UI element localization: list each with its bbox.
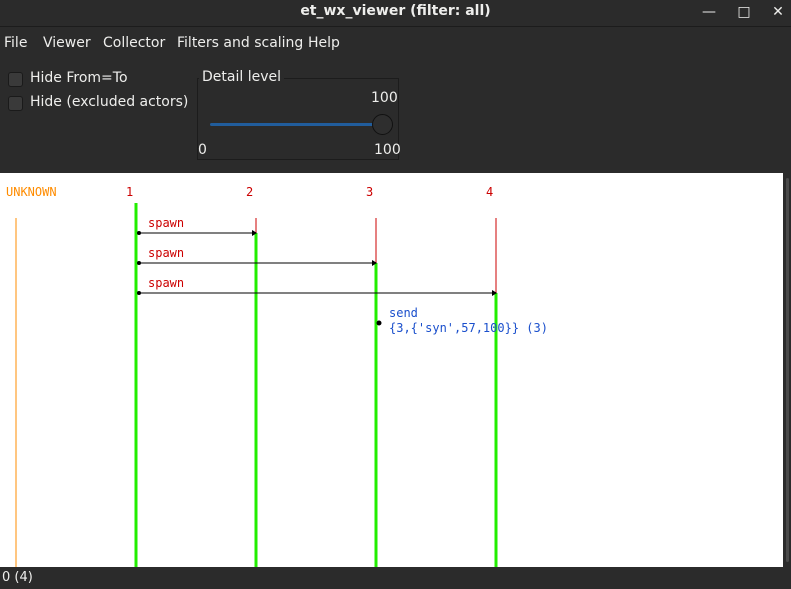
title-bar: et_wx_viewer (filter: all) — □ ✕	[0, 0, 791, 27]
event-label-spawn-1-2: spawn	[148, 216, 184, 230]
detail-level-track[interactable]	[210, 123, 382, 126]
hide-excluded-checkbox[interactable]	[8, 96, 23, 111]
minimize-button[interactable]: —	[698, 2, 720, 22]
close-button[interactable]: ✕	[767, 2, 789, 22]
menu-file[interactable]: File	[4, 35, 27, 51]
menu-help[interactable]: Help	[308, 35, 340, 51]
event-label-spawn-1-4: spawn	[148, 276, 184, 290]
detail-level-slider-handle[interactable]	[372, 114, 393, 135]
detail-level-max: 100	[374, 142, 401, 158]
actor-label-unknown: UNKNOWN	[6, 185, 57, 199]
detail-level-min: 0	[198, 142, 207, 158]
menu-collector[interactable]: Collector	[103, 35, 165, 51]
event-start-dot	[137, 261, 141, 265]
detail-level-value: 100	[371, 90, 398, 106]
hide-from-to-label: Hide From=To	[30, 70, 128, 86]
hide-from-to-checkbox[interactable]	[8, 72, 23, 87]
send-event-dot[interactable]	[376, 320, 382, 326]
hide-excluded-label: Hide (excluded actors)	[30, 94, 189, 110]
menu-filters-and-scaling[interactable]: Filters and scaling	[177, 35, 303, 51]
window-title: et_wx_viewer (filter: all)	[300, 3, 491, 19]
menu-viewer[interactable]: Viewer	[43, 35, 91, 51]
event-start-dot	[137, 291, 141, 295]
scrollbar-thumb[interactable]	[786, 178, 789, 562]
actor-label-1: 1	[126, 185, 133, 199]
send-event-label: send	[389, 306, 418, 320]
status-bar: 0 (4)	[2, 570, 33, 585]
event-start-dot	[137, 231, 141, 235]
send-event-detail: {3,{'syn',57,100}} (3)	[389, 321, 548, 335]
actor-label-3: 3	[366, 185, 373, 199]
menu-bar: File Viewer Collector Filters and scalin…	[0, 30, 791, 58]
actor-label-2: 2	[246, 185, 253, 199]
detail-level-frame	[197, 78, 399, 160]
event-label-spawn-1-3: spawn	[148, 246, 184, 260]
sequence-chart: UNKNOWN 1 2 3 4 spawn spawn spawn send {…	[6, 185, 548, 567]
sequence-chart-canvas[interactable]: UNKNOWN 1 2 3 4 spawn spawn spawn send {…	[0, 173, 783, 567]
detail-level-title: Detail level	[199, 69, 284, 85]
actor-label-4: 4	[486, 185, 493, 199]
maximize-button[interactable]: □	[733, 2, 755, 22]
